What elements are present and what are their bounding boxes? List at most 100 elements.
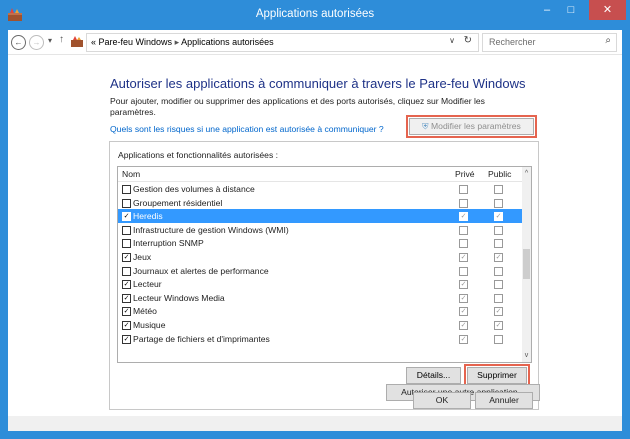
window-content: ← → ▾ ↑ « Pare-feu Windows ▸ Application…	[8, 30, 622, 431]
back-button[interactable]: ←	[11, 35, 26, 50]
enable-checkbox[interactable]: ✓	[122, 334, 131, 344]
public-checkbox[interactable]	[494, 225, 503, 235]
navigation-bar: ← → ▾ ↑ « Pare-feu Windows ▸ Application…	[8, 30, 622, 55]
private-checkbox[interactable]: ✓	[459, 320, 468, 330]
maximize-button[interactable]: □	[560, 0, 582, 20]
firewall-location-icon	[71, 36, 83, 47]
private-checkbox[interactable]	[459, 185, 468, 194]
list-item[interactable]: ✓ Météo ✓ ✓	[118, 304, 522, 318]
scroll-up-icon[interactable]: ^	[522, 170, 531, 177]
title-bar: Applications autorisées – □ ✕	[0, 0, 630, 30]
enable-checkbox[interactable]	[122, 185, 131, 194]
list-item-label: Gestion des volumes à distance	[133, 184, 255, 194]
private-checkbox[interactable]: ✓	[459, 334, 468, 344]
list-item-label: Musique	[133, 319, 166, 330]
list-item[interactable]: Infrastructure de gestion Windows (WMI)	[118, 223, 522, 237]
list-item-label: Heredis	[133, 211, 163, 222]
list-item-label: Lecteur	[133, 279, 162, 290]
minimize-button[interactable]: –	[536, 0, 558, 20]
public-checkbox[interactable]	[494, 334, 503, 344]
list-item-label: Groupement résidentiel	[133, 197, 223, 208]
list-item-label: Météo	[133, 306, 157, 317]
list-item[interactable]: ✓ Partage de fichiers et d'imprimantes ✓	[118, 332, 522, 346]
breadcrumb-pare-feu[interactable]: Pare-feu Windows	[99, 37, 173, 47]
list-item-label: Infrastructure de gestion Windows (WMI)	[133, 224, 289, 235]
recent-locations-dropdown[interactable]: ▾	[48, 36, 52, 45]
search-icon[interactable]: ⌕	[605, 35, 611, 46]
list-item[interactable]: ✓ Lecteur ✓	[118, 277, 522, 291]
private-checkbox[interactable]	[459, 225, 468, 235]
public-checkbox[interactable]: ✓	[494, 320, 503, 330]
cancel-button[interactable]: Annuler	[475, 392, 533, 409]
column-name[interactable]: Nom	[122, 169, 140, 179]
public-checkbox[interactable]	[494, 239, 503, 249]
private-checkbox[interactable]	[459, 198, 468, 208]
search-input[interactable]: Rechercher	[489, 37, 536, 47]
enable-checkbox[interactable]: ✓	[122, 320, 131, 330]
public-checkbox[interactable]	[494, 198, 503, 208]
enable-checkbox[interactable]: ✓	[122, 252, 131, 262]
private-checkbox[interactable]: ✓	[459, 212, 468, 222]
allowed-apps-panel: Applications et fonctionnalités autorisé…	[109, 141, 539, 410]
enable-checkbox[interactable]: ✓	[122, 280, 131, 290]
enable-checkbox[interactable]	[122, 198, 131, 208]
breadcrumb-applications[interactable]: Applications autorisées	[181, 37, 274, 47]
list-item[interactable]: ✓ Heredis ✓ ✓	[118, 209, 522, 223]
public-checkbox[interactable]: ✓	[494, 252, 503, 262]
public-checkbox[interactable]	[494, 185, 503, 194]
refresh-icon[interactable]: ↻	[464, 35, 472, 46]
dialog-footer	[8, 416, 622, 431]
list-item[interactable]: Journaux et alertes de performance	[118, 264, 522, 278]
list-item-label: Journaux et alertes de performance	[133, 265, 269, 276]
list-item[interactable]: Groupement résidentiel	[118, 196, 522, 210]
enable-checkbox[interactable]	[122, 266, 131, 276]
list-scrollbar[interactable]: ^ v	[522, 167, 531, 362]
enable-checkbox[interactable]	[122, 225, 131, 235]
breadcrumb-overflow[interactable]: «	[91, 37, 96, 47]
modify-settings-label: Modifier les paramètres	[431, 121, 521, 131]
public-checkbox[interactable]	[494, 280, 503, 290]
enable-checkbox[interactable]	[122, 239, 131, 249]
column-public[interactable]: Public	[488, 169, 511, 179]
list-rows: Gestion des volumes à distance Groupement…	[118, 182, 522, 345]
delete-button[interactable]: Supprimer	[464, 364, 530, 387]
public-checkbox[interactable]	[494, 293, 503, 303]
private-checkbox[interactable]: ✓	[459, 252, 468, 262]
ok-button[interactable]: OK	[413, 392, 471, 409]
public-checkbox[interactable]	[494, 266, 503, 276]
breadcrumb-arrow-icon[interactable]: ▸	[175, 37, 180, 47]
private-checkbox[interactable]	[459, 266, 468, 276]
private-checkbox[interactable]: ✓	[459, 307, 468, 317]
intro-text: Pour ajouter, modifier ou supprimer des …	[110, 96, 485, 117]
scroll-thumb[interactable]	[523, 249, 530, 279]
private-checkbox[interactable]: ✓	[459, 293, 468, 303]
list-item-label: Partage de fichiers et d'imprimantes	[133, 333, 270, 344]
public-checkbox[interactable]: ✓	[494, 212, 503, 222]
page-title: Autoriser les applications à communiquer…	[110, 76, 526, 91]
list-item[interactable]: ✓ Jeux ✓ ✓	[118, 250, 522, 264]
search-box[interactable]: Rechercher ⌕	[482, 33, 617, 52]
scroll-down-icon[interactable]: v	[522, 352, 531, 359]
forward-button[interactable]: →	[29, 35, 44, 50]
list-item[interactable]: ✓ Lecteur Windows Media ✓	[118, 291, 522, 305]
address-bar[interactable]: « Pare-feu Windows ▸ Applications autori…	[86, 33, 479, 52]
private-checkbox[interactable]	[459, 239, 468, 249]
list-item[interactable]: Gestion des volumes à distance	[118, 182, 522, 196]
private-checkbox[interactable]: ✓	[459, 280, 468, 290]
list-item[interactable]: ✓ Musique ✓ ✓	[118, 318, 522, 332]
close-button[interactable]: ✕	[589, 0, 626, 20]
up-button[interactable]: ↑	[59, 34, 64, 45]
public-checkbox[interactable]: ✓	[494, 307, 503, 317]
allowed-apps-list[interactable]: Nom Privé Public Gestion des volumes à d…	[117, 166, 532, 363]
modify-settings-button[interactable]: ⛨ Modifier les paramètres	[406, 115, 537, 138]
enable-checkbox[interactable]: ✓	[122, 293, 131, 303]
column-private[interactable]: Privé	[455, 169, 475, 179]
risk-info-link[interactable]: Quels sont les risques si une applicatio…	[110, 124, 384, 134]
list-item[interactable]: Interruption SNMP	[118, 236, 522, 250]
address-dropdown-icon[interactable]: ∨	[449, 36, 455, 45]
enable-checkbox[interactable]: ✓	[122, 212, 131, 222]
enable-checkbox[interactable]: ✓	[122, 307, 131, 317]
list-item-label: Interruption SNMP	[133, 238, 204, 249]
list-item-label: Jeux	[133, 251, 152, 262]
details-button[interactable]: Détails...	[406, 367, 461, 384]
